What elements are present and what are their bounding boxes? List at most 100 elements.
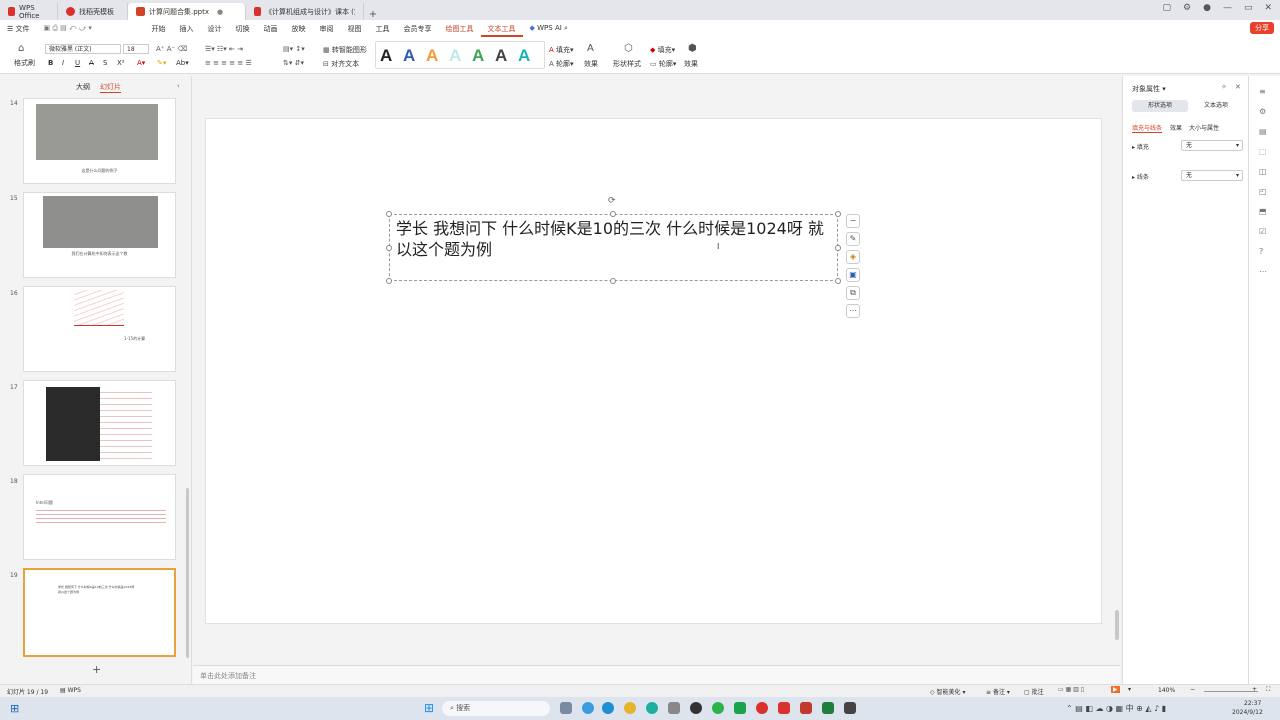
explorer-icon[interactable] bbox=[602, 702, 614, 714]
line-spacing-icons[interactable]: ▤▾ ↕▾ bbox=[283, 45, 305, 53]
zoom-level[interactable]: 140% bbox=[1158, 687, 1175, 694]
close-panel-icon[interactable]: ✕ bbox=[1235, 83, 1241, 91]
minimize-icon[interactable]: — bbox=[1223, 3, 1232, 13]
panel-scrollbar[interactable] bbox=[186, 488, 189, 658]
smart-beautify-button[interactable]: ◇ 智能美化 ▾ bbox=[930, 687, 965, 696]
menu-item-vip[interactable]: 会员专享 bbox=[397, 24, 439, 34]
tab-wps-office[interactable]: WPS Office bbox=[0, 3, 58, 20]
resize-handle-s[interactable] bbox=[610, 278, 616, 284]
resize-handle-sw[interactable] bbox=[386, 278, 392, 284]
excel-taskbar-icon[interactable] bbox=[822, 702, 834, 714]
format-painter-label[interactable]: 格式刷 bbox=[14, 58, 35, 68]
chrome-icon[interactable] bbox=[624, 702, 636, 714]
font-grow-shrink-icons[interactable]: A⁺ A⁻ ⌫ bbox=[156, 45, 187, 53]
align-text-button[interactable]: ⊟ 对齐文本 bbox=[323, 59, 359, 69]
wps-taskbar-icon[interactable] bbox=[778, 702, 790, 714]
slide-thumbnail-14[interactable]: 这是什么问题的例子 bbox=[23, 98, 176, 184]
menu-item-start[interactable]: 开始 bbox=[145, 24, 173, 34]
text-direction-icons[interactable]: ⇅▾ ⇵▾ bbox=[283, 59, 304, 67]
close-tab-icon[interactable]: ● bbox=[217, 8, 223, 16]
tab-slides[interactable]: 幻灯片 bbox=[100, 82, 121, 93]
avatar-icon[interactable]: ● bbox=[1203, 3, 1211, 13]
menu-item-transition[interactable]: 切换 bbox=[229, 24, 257, 34]
shape-effects-label[interactable]: 效果 bbox=[684, 59, 698, 69]
green-app-icon[interactable] bbox=[734, 702, 746, 714]
format-painter-icon[interactable]: ⌂ bbox=[18, 43, 24, 54]
quick-access-icons[interactable]: ▣ ⎙ ▤ ⤺ ⤻ ▾ bbox=[37, 24, 145, 33]
slide-thumbnail-18[interactable]: Intel问题 bbox=[23, 474, 176, 560]
more-icon[interactable]: ⋯ bbox=[846, 304, 860, 318]
zoom-minus-icon[interactable]: − bbox=[1190, 686, 1195, 693]
wordart-style-green[interactable]: A bbox=[472, 46, 484, 66]
edge2-icon[interactable] bbox=[646, 702, 658, 714]
view-mode-icons[interactable]: ▭ ▦ ▥ ▯ bbox=[1058, 686, 1084, 693]
resize-handle-e[interactable] bbox=[835, 245, 841, 251]
canvas-scrollbar[interactable] bbox=[1115, 610, 1119, 640]
zoom-slider[interactable] bbox=[1204, 691, 1258, 692]
slide-text[interactable]: 学长 我想问下 什么时候K是10的三次 什么时候是1024呀 就以这个题为例 bbox=[396, 218, 834, 260]
tray-icons[interactable]: ⌃ ▤ ◧ ☁ ◑ ▦ 中 ⊕ ◭ ♪ ▮ bbox=[1066, 703, 1166, 714]
char-spacing-icon[interactable]: Ab▾ bbox=[176, 59, 189, 67]
wordart-style-cyan[interactable]: A bbox=[518, 46, 530, 66]
wordart-style-blue[interactable]: A bbox=[403, 46, 415, 66]
resize-handle-se[interactable] bbox=[835, 278, 841, 284]
subtab-fill-line[interactable]: 填充与线条 bbox=[1132, 123, 1163, 133]
share-button[interactable]: 分享 bbox=[1250, 22, 1274, 34]
chat-icon[interactable] bbox=[712, 702, 724, 714]
menu-item-slideshow[interactable]: 放映 bbox=[285, 24, 313, 34]
superscript-icon[interactable]: X² bbox=[117, 59, 125, 67]
shape-outline-button[interactable]: ▭ 轮廓▾ bbox=[650, 59, 676, 69]
tool-strip-icons[interactable]: ≡ ⚙ ▤ ⬚ ◫ ◰ ⬒ ☑? ⋯ bbox=[1259, 82, 1271, 282]
shape-style-label[interactable]: 形状样式 bbox=[613, 59, 641, 69]
slide-thumbnail-17[interactable] bbox=[23, 380, 176, 466]
menu-item-text-tools[interactable]: 文本工具 bbox=[480, 21, 523, 37]
settings-icon[interactable]: ⚙ bbox=[1183, 3, 1191, 13]
app-icon[interactable] bbox=[668, 702, 680, 714]
tab-outline[interactable]: 大纲 bbox=[76, 82, 90, 93]
resize-handle-n[interactable] bbox=[610, 211, 616, 217]
slide-thumbnail-15[interactable]: 我们在计算机中如何表示这个数 bbox=[23, 192, 176, 278]
pdf-taskbar-icon[interactable] bbox=[800, 702, 812, 714]
text-effects-icon[interactable]: A bbox=[587, 43, 594, 54]
notes-area[interactable]: 单击此处添加备注 bbox=[193, 665, 1120, 684]
fill-section[interactable]: ▸ 填充 bbox=[1132, 142, 1149, 151]
subtab-effect[interactable]: 效果 bbox=[1170, 123, 1182, 132]
search-icon[interactable]: ⌕ bbox=[564, 24, 568, 32]
menu-item-review[interactable]: 审阅 bbox=[313, 24, 341, 34]
zoom-plus-icon[interactable]: + bbox=[1252, 686, 1257, 693]
rotate-handle-icon[interactable]: ⟳ bbox=[608, 196, 616, 206]
comments-button[interactable]: ▢ 批注 bbox=[1024, 687, 1044, 696]
pin-icon[interactable]: ✧ bbox=[1221, 83, 1227, 91]
wps-theme[interactable]: ▤ WPS bbox=[60, 687, 81, 694]
wechat-icon[interactable] bbox=[690, 702, 702, 714]
subtab-size[interactable]: 大小与属性 bbox=[1189, 123, 1219, 132]
collapse-toolbar-icon[interactable]: − bbox=[846, 214, 860, 228]
tab-shape-options[interactable]: 形状选项 bbox=[1132, 100, 1188, 112]
strikethrough-icon[interactable]: A bbox=[89, 59, 94, 67]
zoom-out-icon[interactable]: ▾ bbox=[1128, 686, 1131, 693]
line-select[interactable]: 无 ▾ bbox=[1181, 170, 1243, 181]
text-fill-button[interactable]: A 填充▾ bbox=[549, 45, 574, 55]
text-effects-label[interactable]: 效果 bbox=[584, 59, 598, 69]
wordart-style-black[interactable]: A bbox=[380, 46, 392, 66]
shape-style-icon[interactable]: ⬡ bbox=[624, 43, 633, 54]
menu-item-wps-ai[interactable]: ◆ WPS AI ⌕ bbox=[523, 24, 575, 33]
notes-placeholder[interactable]: 单击此处添加备注 bbox=[200, 672, 256, 680]
fill-select[interactable]: 无 ▾ bbox=[1181, 140, 1243, 151]
menu-item-insert[interactable]: 插入 bbox=[173, 24, 201, 34]
notes-toggle-button[interactable]: ≡ 备注 ▾ bbox=[986, 687, 1010, 696]
menu-item-design[interactable]: 设计 bbox=[201, 24, 229, 34]
shape-effects-icon[interactable]: ⬢ bbox=[688, 43, 697, 54]
highlight-icon[interactable]: ✎▾ bbox=[157, 59, 166, 67]
outline-icon[interactable]: ▣ bbox=[846, 268, 860, 282]
font-color-icon[interactable]: A▾ bbox=[137, 59, 145, 67]
resize-handle-nw[interactable] bbox=[386, 211, 392, 217]
pen-icon[interactable]: ✎ bbox=[846, 232, 860, 246]
clock-time[interactable]: 22:37 bbox=[1244, 700, 1261, 707]
tab-text-options[interactable]: 文本选项 bbox=[1188, 100, 1244, 112]
menu-file[interactable]: ☰ 文件 bbox=[0, 24, 37, 34]
wordart-style-gray[interactable]: A bbox=[495, 46, 507, 66]
underline-icon[interactable]: U bbox=[75, 59, 80, 67]
tab-pdf-book[interactable]: 《计算机组成与设计》课本 (第五版... bbox=[246, 3, 364, 20]
italic-icon[interactable]: I bbox=[62, 59, 64, 67]
